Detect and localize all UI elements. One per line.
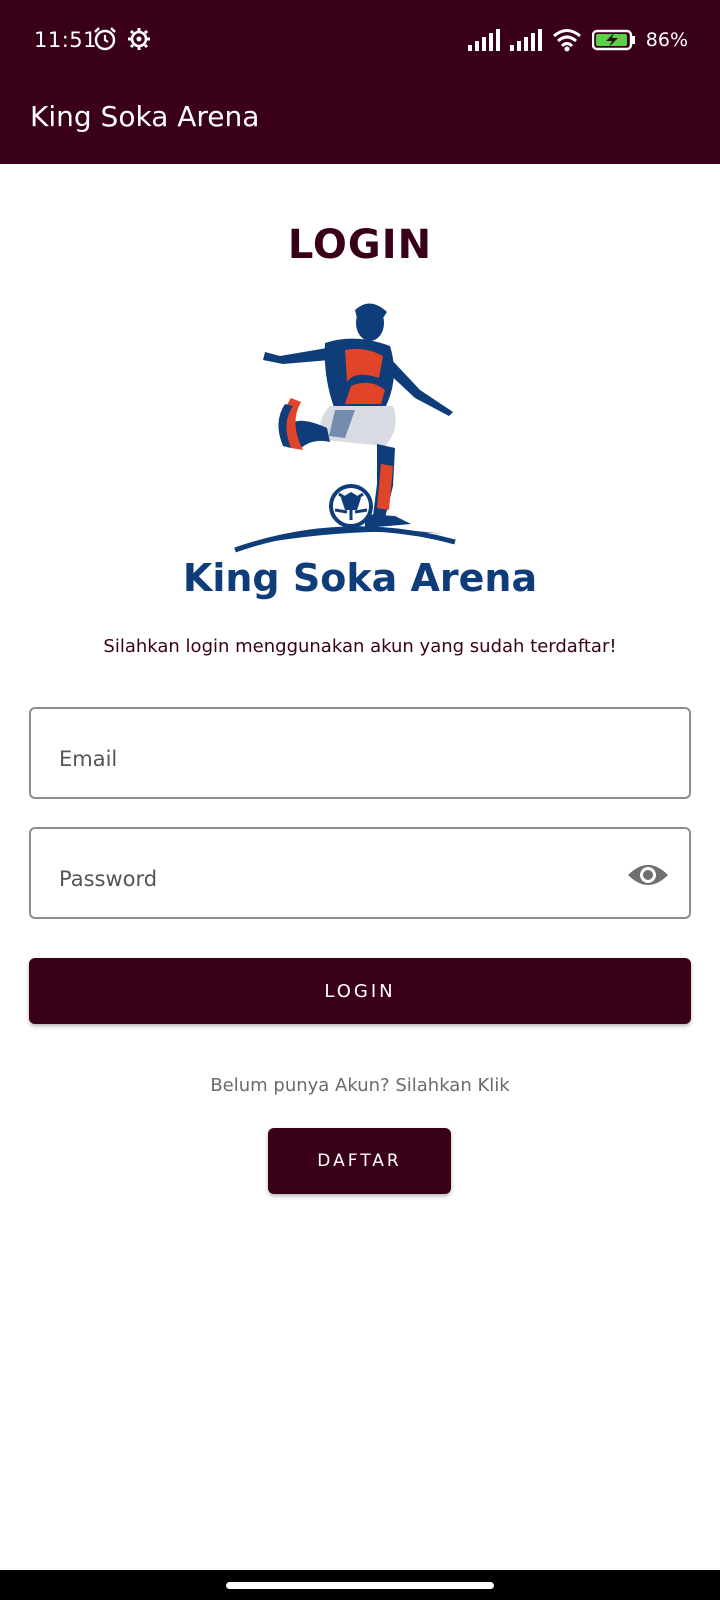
app-bar: King Soka Arena [0, 82, 720, 164]
battery-percent: 86% [645, 29, 688, 51]
app-title: King Soka Arena [30, 100, 260, 133]
status-bar: 11:51 86% [0, 0, 720, 82]
email-field[interactable] [29, 707, 691, 799]
navigation-bar [0, 1570, 720, 1600]
page-title: LOGIN [287, 222, 433, 268]
password-field[interactable] [29, 827, 691, 919]
email-input[interactable] [59, 739, 619, 779]
settings-icon [128, 28, 150, 50]
status-time: 11:51 [34, 28, 98, 52]
eye-icon[interactable] [627, 859, 669, 891]
login-button[interactable]: LOGIN [29, 958, 691, 1024]
login-instruction: Silahkan login menggunakan akun yang sud… [103, 636, 617, 657]
signal-icon [509, 29, 542, 51]
signal-icon [467, 29, 500, 51]
wifi-icon [552, 29, 581, 52]
alarm-icon [94, 27, 116, 51]
password-input[interactable] [59, 859, 619, 899]
logo-text: King Soka Arena [182, 556, 538, 600]
home-indicator[interactable] [226, 1582, 494, 1589]
register-button[interactable]: DAFTAR [268, 1128, 451, 1194]
battery-charging-icon [591, 29, 635, 51]
register-hint: Belum punya Akun? Silahkan Klik [210, 1075, 510, 1096]
